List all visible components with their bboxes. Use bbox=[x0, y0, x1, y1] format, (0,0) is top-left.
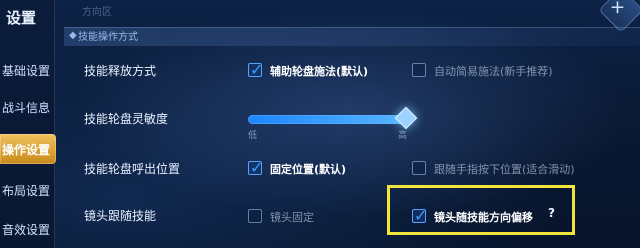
follow-finger-checkbox[interactable] bbox=[412, 161, 426, 175]
follow-finger-label: 跟随手指按下位置(适合滑动) bbox=[434, 163, 575, 176]
auto-simple-cast-checkbox[interactable] bbox=[412, 63, 426, 77]
sidebar-item-label: 布局设置 bbox=[2, 183, 51, 198]
assist-wheel-label: 辅助轮盘施法(默认) bbox=[270, 65, 369, 78]
faded-tab-label: 方向区 bbox=[82, 7, 112, 18]
assist-wheel-checkbox[interactable]: ✓ bbox=[248, 60, 264, 79]
help-icon[interactable]: ? bbox=[548, 206, 555, 220]
camera-fixed-checkbox[interactable] bbox=[248, 209, 262, 223]
settings-title: 设置 bbox=[6, 9, 37, 27]
camera-fixed-label: 镜头固定 bbox=[270, 211, 314, 224]
cast-mode-label: 技能释放方式 bbox=[84, 64, 157, 78]
sidebar-item-sound-settings[interactable]: 音效设置 bbox=[0, 214, 56, 244]
section-header bbox=[64, 27, 640, 46]
sidebar-item-layout-settings[interactable]: 布局设置 bbox=[0, 175, 56, 205]
camera-offset-checkbox[interactable]: ✓ bbox=[412, 206, 428, 225]
auto-simple-cast-label: 自动简易施法(新手推荐) bbox=[434, 65, 553, 78]
sidebar-item-label: 基础设置 bbox=[2, 63, 51, 78]
sidebar-item-battle-info[interactable]: 战斗信息 bbox=[0, 92, 56, 122]
checkmark-icon: ✓ bbox=[250, 60, 264, 79]
slider-max-label: 高 bbox=[398, 131, 408, 141]
wheel-position-label: 技能轮盘呼出位置 bbox=[84, 162, 181, 176]
camera-offset-label: 镜头随技能方向偏移 bbox=[434, 211, 533, 224]
sidebar-item-label: 战斗信息 bbox=[2, 100, 51, 115]
sidebar-item-label: 音效设置 bbox=[2, 222, 51, 237]
sidebar-item-basic-settings[interactable]: 基础设置 bbox=[0, 55, 56, 85]
sidebar: 设置 基础设置 战斗信息 操作设置 布局设置 音效设置 bbox=[0, 0, 56, 248]
diamond-icon: ◆ bbox=[69, 30, 77, 41]
checkmark-icon: ✓ bbox=[250, 158, 264, 177]
checkmark-icon: ✓ bbox=[414, 206, 428, 225]
fixed-position-label: 固定位置(默认) bbox=[270, 163, 347, 176]
sensitivity-label: 技能轮盘灵敏度 bbox=[84, 112, 169, 126]
camera-follow-label: 镜头跟随技能 bbox=[84, 209, 157, 223]
sidebar-item-label: 操作设置 bbox=[2, 142, 51, 157]
fixed-position-checkbox[interactable]: ✓ bbox=[248, 158, 264, 177]
sensitivity-slider[interactable] bbox=[248, 115, 406, 124]
section-title: 技能操作方式 bbox=[78, 32, 138, 43]
slider-min-label: 低 bbox=[248, 131, 258, 141]
sidebar-item-control-settings[interactable]: 操作设置 bbox=[0, 134, 56, 164]
